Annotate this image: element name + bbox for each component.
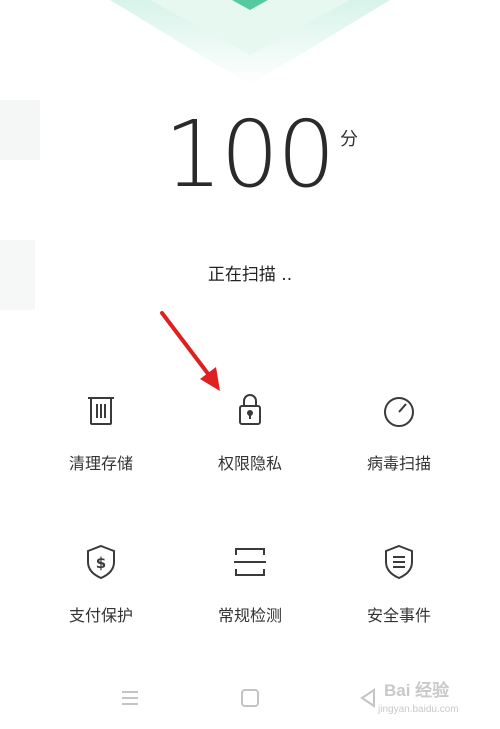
tile-clean-storage[interactable]: 清理存储 xyxy=(27,390,175,490)
tile-virus-scan[interactable]: 病毒扫描 xyxy=(325,390,473,490)
back-icon[interactable] xyxy=(356,686,380,710)
tile-label: 安全事件 xyxy=(366,606,431,625)
tile-label: 权限隐私 xyxy=(217,454,282,473)
tile-label: 支付保护 xyxy=(68,606,133,625)
svg-text:$: $ xyxy=(96,554,106,572)
header-decoration xyxy=(0,0,500,110)
tile-routine-check[interactable]: 常规检测 xyxy=(176,542,324,642)
security-score: 100 分 xyxy=(0,105,500,205)
menu-icon[interactable] xyxy=(118,686,142,710)
tile-payment-protection[interactable]: $ 支付保护 xyxy=(27,542,175,642)
shield-list-icon xyxy=(379,542,419,582)
lock-icon xyxy=(230,390,270,430)
tile-label: 常规检测 xyxy=(217,606,282,625)
tile-label: 清理存储 xyxy=(68,454,133,473)
watermark-url: jingyan.baidu.com xyxy=(378,704,459,715)
trash-icon xyxy=(81,390,121,430)
watermark: Bai 经验 jingyan.baidu.com xyxy=(378,672,498,722)
scan-frame-icon xyxy=(230,542,270,582)
annotation-arrow xyxy=(160,311,220,391)
score-unit: 分 xyxy=(340,129,358,150)
tile-permission-privacy[interactable]: 权限隐私 xyxy=(176,390,324,490)
tile-security-events[interactable]: 安全事件 xyxy=(325,542,473,642)
watermark-brand: Bai 经验 xyxy=(384,681,450,700)
gauge-icon xyxy=(379,390,419,430)
shield-dollar-icon: $ xyxy=(81,542,121,582)
scan-status-text: 正在扫描 .. xyxy=(207,265,293,285)
score-value: 100 xyxy=(164,101,336,208)
tile-label: 病毒扫描 xyxy=(366,454,431,473)
home-icon[interactable] xyxy=(238,686,262,710)
